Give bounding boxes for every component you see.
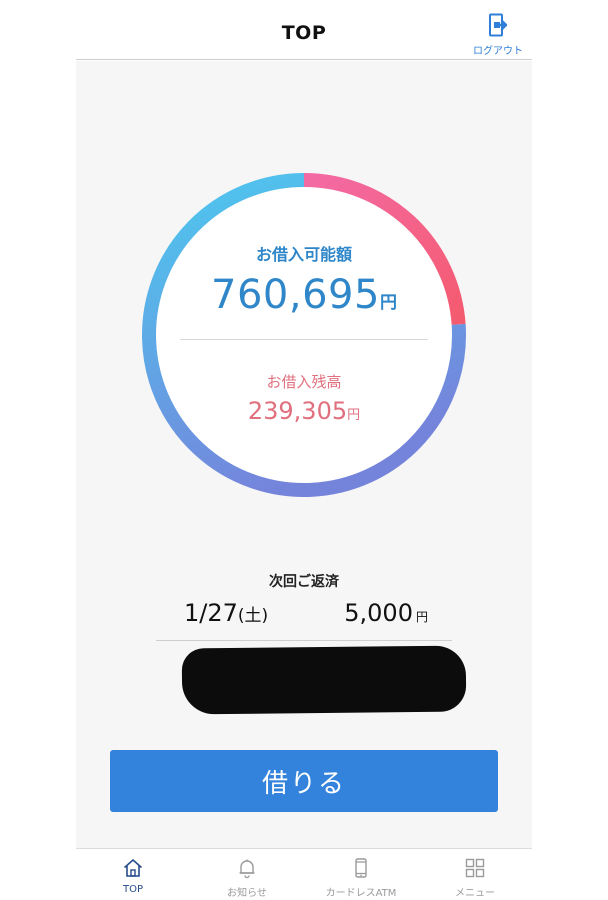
- ring-text: お借入可能額 760,695円 お借入残高 239,305円: [140, 171, 468, 499]
- redacted-account-info: [181, 645, 467, 715]
- logout-button[interactable]: ログアウト: [470, 13, 526, 57]
- next-payment-amount-value: 5,000: [344, 599, 413, 627]
- page-title: TOP: [281, 22, 327, 44]
- balance-label: お借入残高: [266, 373, 342, 391]
- ring-divider: [180, 339, 428, 340]
- tab-cardless-atm-label: カードレスATM: [325, 888, 397, 899]
- next-payment-weekday: (土): [237, 606, 269, 626]
- available-amount: 760,695円: [140, 272, 468, 318]
- credit-ring: お借入可能額 760,695円 お借入残高 239,305円: [140, 171, 468, 499]
- grid-icon: [465, 858, 485, 878]
- logout-label: ログアウト: [473, 46, 523, 57]
- borrow-button[interactable]: 借りる: [110, 750, 498, 812]
- next-payment-amount-unit: 円: [415, 610, 428, 624]
- next-payment-amount: 5,000 円: [344, 599, 428, 627]
- logout-icon: [489, 13, 508, 37]
- tab-notifications[interactable]: お知らせ: [190, 849, 304, 900]
- next-payment-date-value: 1/27: [184, 599, 238, 627]
- tab-menu[interactable]: メニュー: [418, 849, 532, 900]
- tab-top[interactable]: TOP: [76, 849, 190, 900]
- bell-icon: [239, 859, 255, 879]
- next-payment-divider: [156, 640, 452, 641]
- balance-amount: 239,305円: [140, 397, 468, 425]
- home-icon: [123, 859, 143, 877]
- available-amount-unit: 円: [379, 293, 397, 313]
- balance-amount-unit: 円: [347, 408, 361, 423]
- next-payment-label: 次回ご返済: [269, 574, 339, 590]
- phone-icon: [355, 858, 367, 878]
- tab-notifications-label: お知らせ: [227, 888, 267, 899]
- main-content: お借入可能額 760,695円 お借入残高 239,305円 次回ご返済 1/2…: [76, 61, 532, 848]
- tab-top-label: TOP: [122, 884, 143, 895]
- tab-menu-label: メニュー: [455, 888, 495, 899]
- available-label: お借入可能額: [255, 245, 352, 264]
- next-payment-date: 1/27(土): [184, 599, 268, 627]
- balance-amount-value: 239,305: [247, 397, 348, 425]
- tab-bar: TOP お知らせ カードレスATM メニュー: [76, 848, 532, 900]
- app-header: TOP ログアウト: [76, 0, 532, 60]
- tab-cardless-atm[interactable]: カードレスATM: [304, 849, 418, 900]
- available-amount-value: 760,695: [211, 272, 380, 318]
